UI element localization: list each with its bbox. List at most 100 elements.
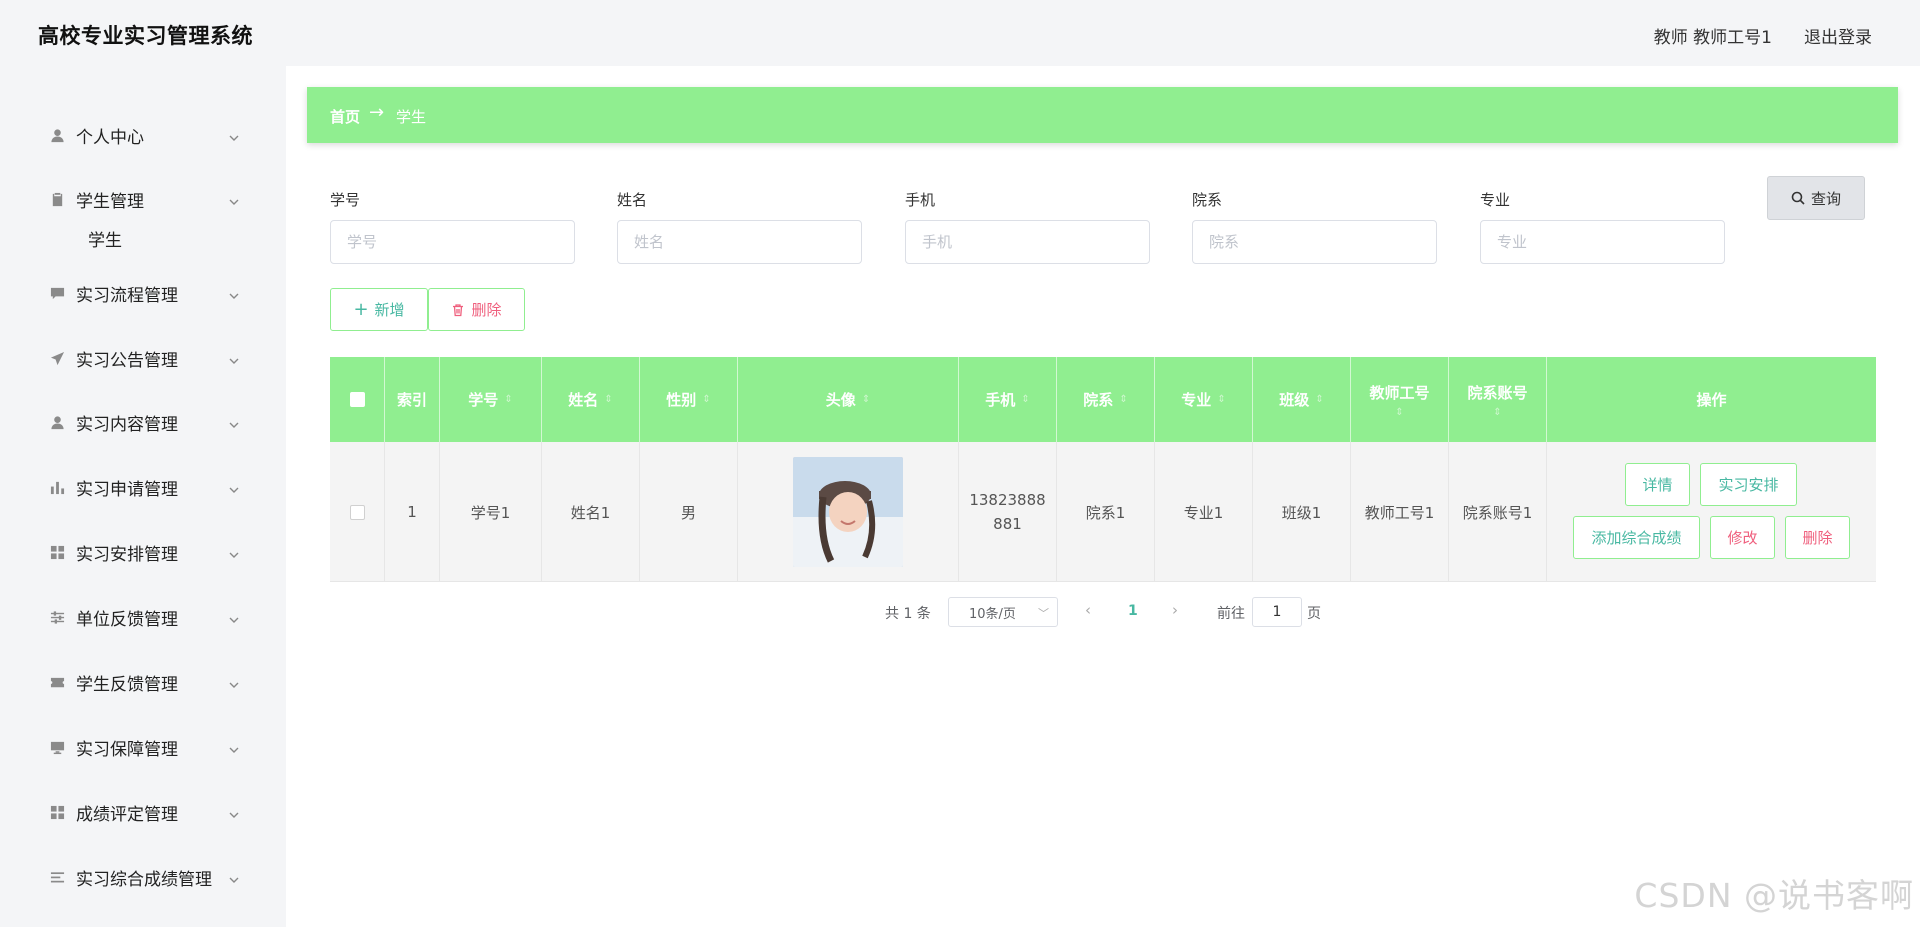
sort-icon[interactable]: ⇕ [1395, 407, 1403, 418]
add-score-button[interactable]: 添加综合成绩 [1573, 516, 1700, 559]
cell-name: 姓名1 [542, 442, 640, 582]
sidebar-item-personal-center[interactable]: 个人中心 [0, 115, 286, 155]
sidebar-item-announcement-management[interactable]: 实习公告管理 [0, 338, 286, 378]
sort-icon[interactable]: ⇕ [1021, 394, 1029, 405]
col-header-major[interactable]: 专业 ⇕ [1155, 357, 1253, 442]
department-input[interactable] [1192, 220, 1437, 264]
arrange-button[interactable]: 实习安排 [1700, 463, 1797, 506]
detail-button[interactable]: 详情 [1625, 463, 1690, 506]
send-icon [49, 350, 65, 366]
avatar[interactable] [793, 457, 903, 567]
chevron-down-icon [228, 129, 240, 141]
col-header-name[interactable]: 姓名 ⇕ [542, 357, 640, 442]
chevron-down-icon [228, 546, 240, 558]
page-size-select[interactable]: 10条/页 ﹀ [948, 597, 1058, 627]
col-header-label: 学号 [468, 391, 499, 409]
col-header-department[interactable]: 院系 ⇕ [1057, 357, 1155, 442]
sort-icon[interactable]: ⇕ [1315, 394, 1323, 405]
col-header-class[interactable]: 班级 ⇕ [1253, 357, 1351, 442]
col-header-student-id[interactable]: 学号 ⇕ [440, 357, 542, 442]
prev-page-icon[interactable]: ‹ [1085, 601, 1091, 619]
col-header-avatar[interactable]: 头像 ⇕ [738, 357, 959, 442]
batch-delete-button[interactable]: 删除 [428, 288, 525, 331]
sidebar-item-student-management[interactable]: 学生管理 [0, 179, 286, 219]
sort-icon[interactable]: ⇕ [862, 394, 870, 405]
filter-label-phone: 手机 [905, 191, 936, 209]
delete-button-label: 删除 [471, 301, 502, 319]
col-header-label: 姓名 [568, 391, 599, 409]
add-button[interactable]: + 新增 [330, 288, 428, 331]
sort-icon[interactable]: ⇕ [604, 394, 612, 405]
edit-button[interactable]: 修改 [1710, 516, 1775, 559]
breadcrumb-home[interactable]: 首页 [330, 106, 360, 127]
sidebar-item-overall-score-management[interactable]: 实习综合成绩管理 [0, 857, 286, 897]
col-header-label: 性别 [666, 391, 697, 409]
filter-label-name: 姓名 [617, 191, 648, 209]
sidebar-item-label: 实习公告管理 [76, 350, 178, 371]
col-header-dept-account[interactable]: 院系账号 ⇕ [1449, 357, 1547, 442]
sort-icon[interactable]: ⇕ [702, 394, 710, 405]
avatar-image [793, 457, 903, 567]
sidebar-item-process-management[interactable]: 实习流程管理 [0, 273, 286, 313]
sidebar-item-label: 实习内容管理 [76, 414, 178, 435]
sort-icon[interactable]: ⇕ [1217, 394, 1225, 405]
page-number-current[interactable]: 1 [1128, 603, 1138, 619]
student-id-input[interactable] [330, 220, 575, 264]
sidebar-subitem-student[interactable]: 学生 [88, 226, 122, 251]
name-input[interactable] [617, 220, 862, 264]
goto-page-input[interactable] [1252, 597, 1302, 627]
col-header-label: 教师工号 [1369, 383, 1430, 402]
cell-avatar [738, 442, 959, 582]
sort-icon[interactable]: ⇕ [1493, 407, 1501, 418]
major-input[interactable] [1480, 220, 1725, 264]
row-checkbox[interactable] [349, 504, 365, 520]
sidebar-item-label: 实习综合成绩管理 [76, 869, 212, 890]
filter-label-department: 院系 [1192, 191, 1223, 209]
next-page-icon[interactable]: › [1172, 601, 1178, 619]
phone-line: 13823888 [969, 491, 1046, 509]
chevron-down-icon [228, 611, 240, 623]
col-header-gender[interactable]: 性别 ⇕ [640, 357, 738, 442]
sidebar-item-application-management[interactable]: 实习申请管理 [0, 467, 286, 507]
row-delete-button[interactable]: 删除 [1785, 516, 1850, 559]
query-button[interactable]: 查询 [1767, 176, 1865, 220]
grid-icon [49, 544, 65, 560]
sidebar-item-label: 实习保障管理 [76, 739, 178, 760]
sidebar: 个人中心 学生管理 学生 实习流程管理 实习公告管理 实习内容管理 实习申请管理… [0, 66, 286, 927]
add-button-label: 新增 [374, 301, 405, 319]
trash-icon [453, 303, 464, 316]
sidebar-item-student-feedback-management[interactable]: 学生反馈管理 [0, 662, 286, 702]
sort-icon[interactable]: ⇕ [504, 394, 512, 405]
sidebar-item-grade-management[interactable]: 成绩评定管理 [0, 792, 286, 832]
sliders-icon [49, 609, 65, 625]
col-header-label: 操作 [1696, 391, 1727, 409]
filter-label-student-id: 学号 [330, 191, 361, 209]
app-title: 高校专业实习管理系统 [38, 24, 253, 48]
user-icon [49, 127, 65, 143]
col-header-phone[interactable]: 手机 ⇕ [959, 357, 1057, 442]
col-header-label: 头像 [825, 391, 856, 409]
sidebar-item-support-management[interactable]: 实习保障管理 [0, 727, 286, 767]
chevron-down-icon: ﹀ [1038, 607, 1049, 620]
plus-icon: + [353, 298, 369, 320]
select-all-cell [330, 357, 385, 442]
chevron-down-icon [228, 741, 240, 753]
sidebar-item-arrangement-management[interactable]: 实习安排管理 [0, 532, 286, 572]
chevron-up-icon [228, 193, 240, 205]
sidebar-item-label: 单位反馈管理 [76, 609, 178, 630]
cell-phone: 13823888 881 [959, 442, 1057, 582]
phone-input[interactable] [905, 220, 1150, 264]
logout-link[interactable]: 退出登录 [1804, 23, 1872, 48]
col-header-teacher-id[interactable]: 教师工号 ⇕ [1351, 357, 1449, 442]
breadcrumb: 首页 → 学生 [307, 87, 1898, 143]
cell-student-id: 学号1 [440, 442, 542, 582]
sidebar-item-label: 成绩评定管理 [76, 804, 178, 825]
sidebar-item-label: 实习安排管理 [76, 544, 178, 565]
col-header-actions: 操作 [1547, 357, 1876, 442]
sidebar-item-unit-feedback-management[interactable]: 单位反馈管理 [0, 597, 286, 637]
cell-gender: 男 [640, 442, 738, 582]
select-all-checkbox[interactable] [349, 392, 365, 407]
sort-icon[interactable]: ⇕ [1119, 394, 1127, 405]
bar-chart-icon [49, 479, 65, 495]
sidebar-item-content-management[interactable]: 实习内容管理 [0, 402, 286, 442]
